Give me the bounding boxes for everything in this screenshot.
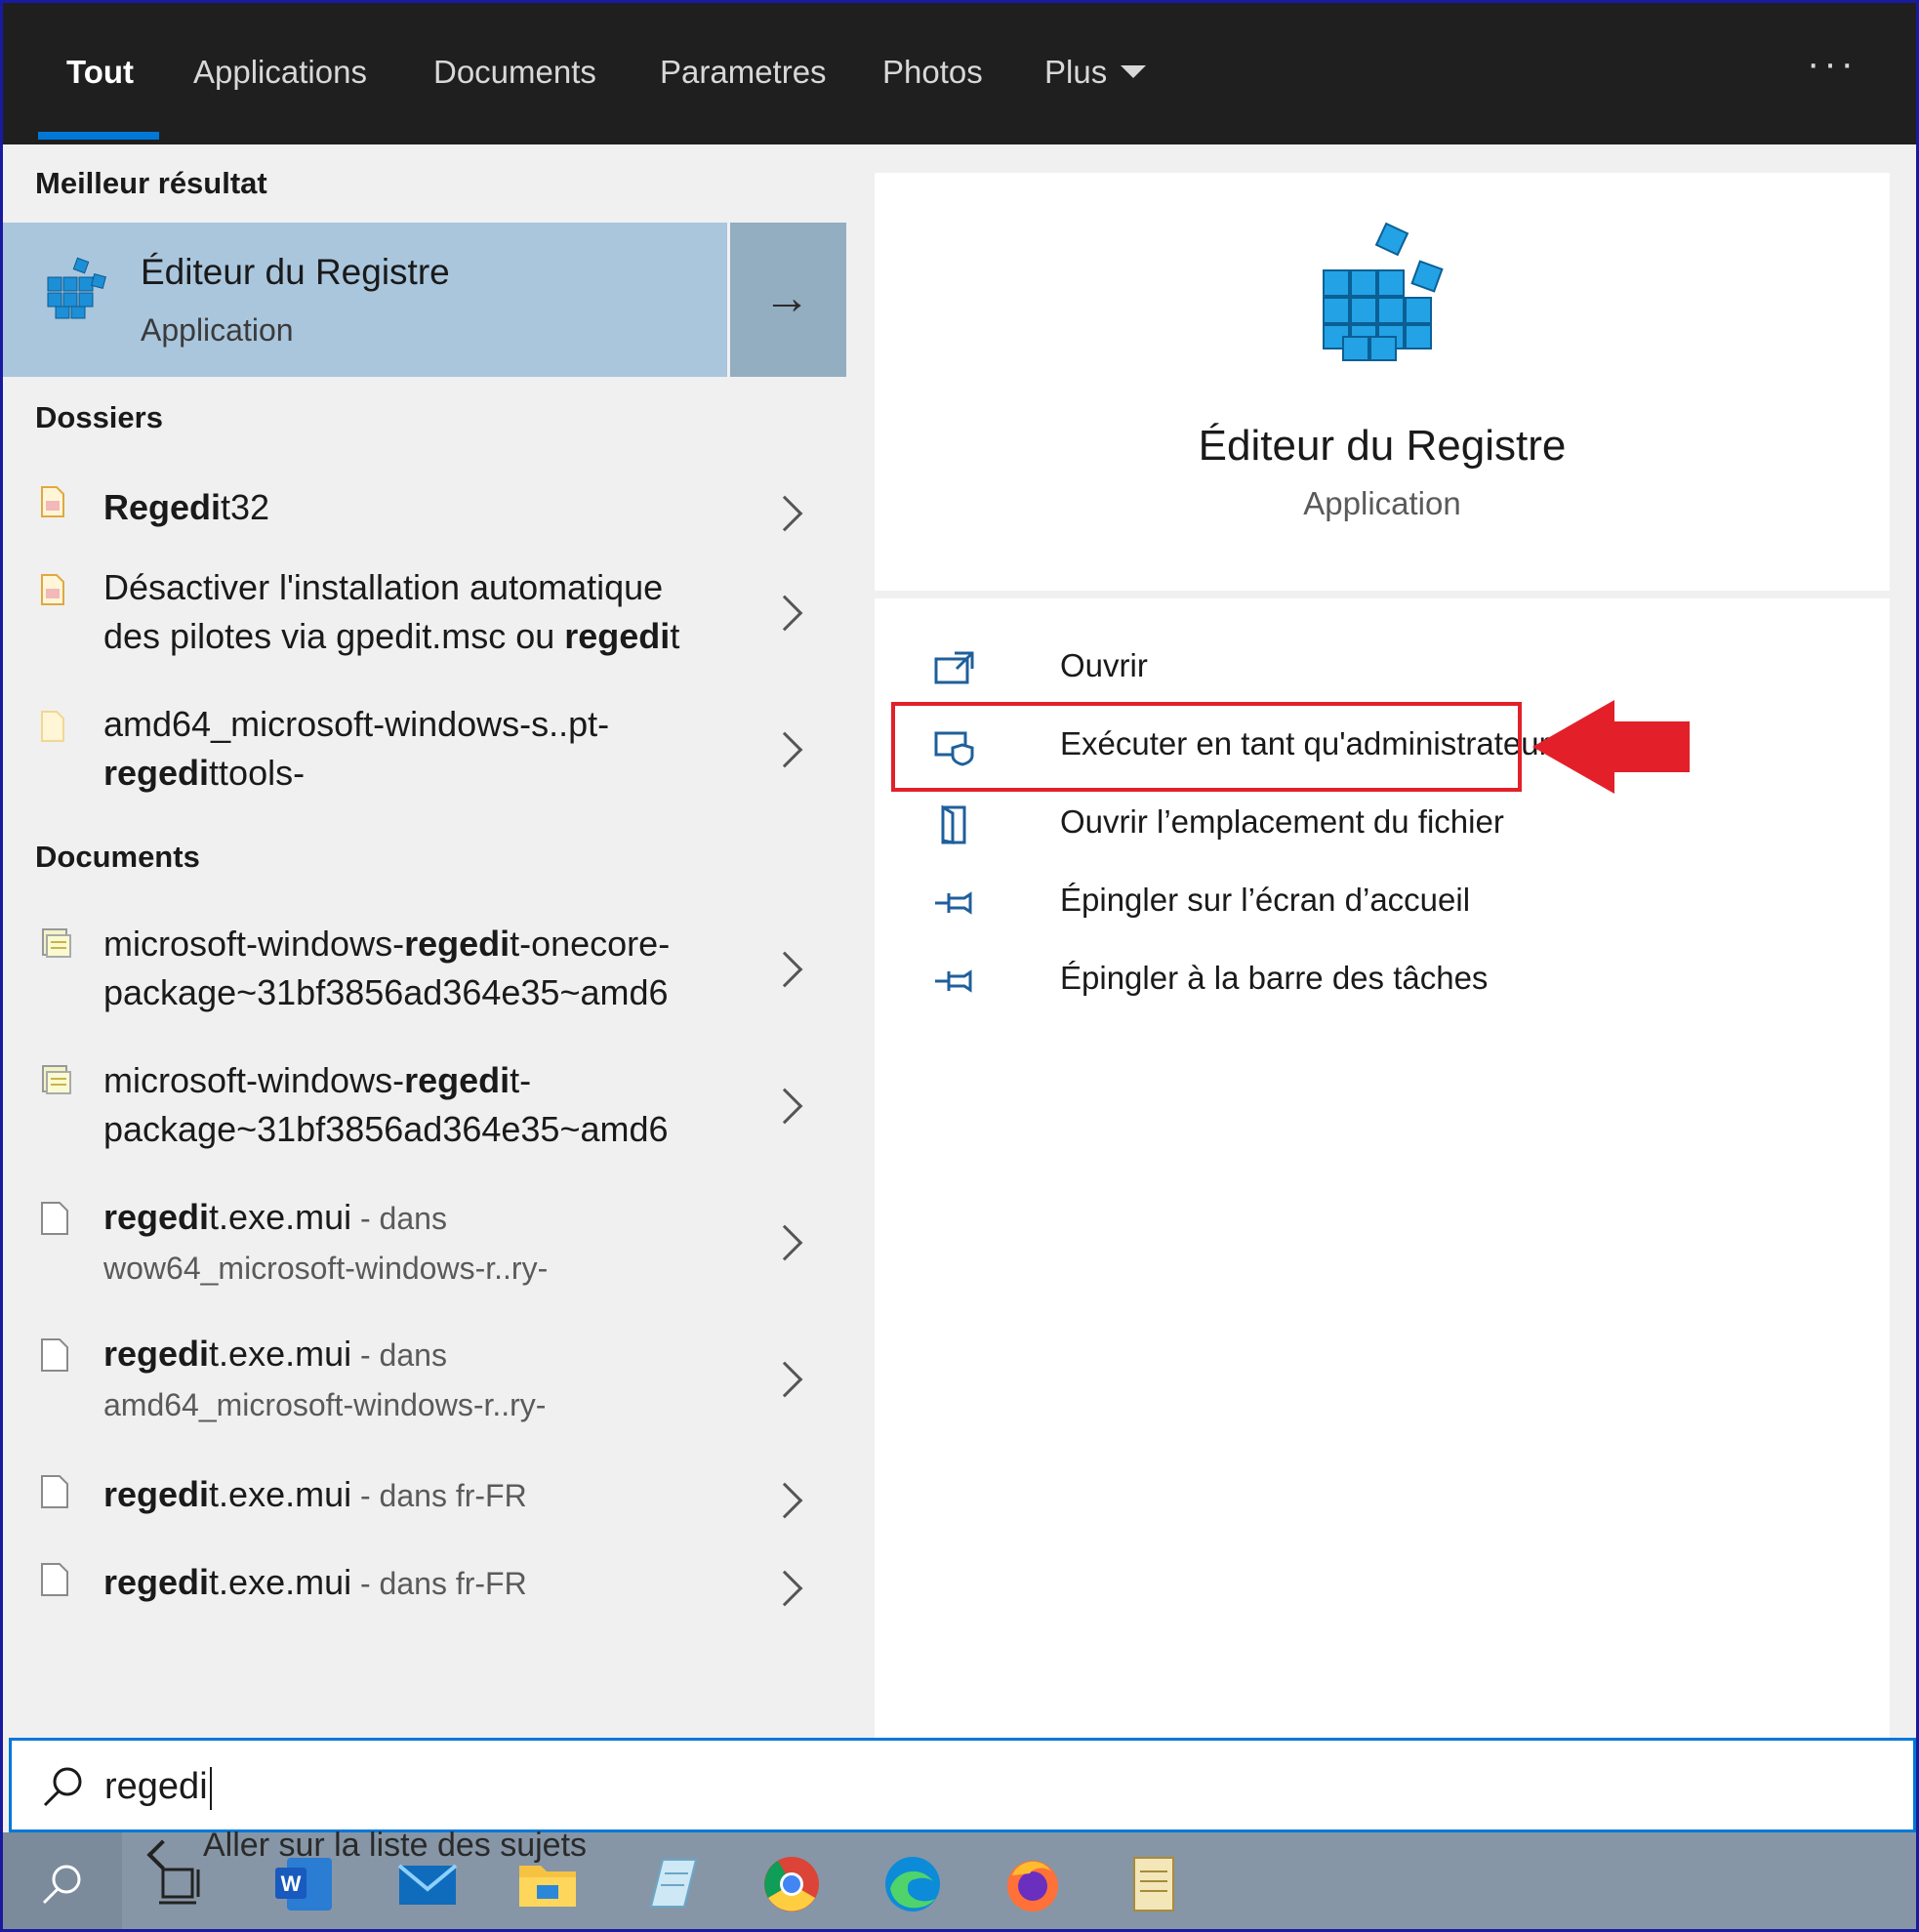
document-item[interactable]: regedit.exe.mui - dans wow64_microsoft-w… [3, 1189, 846, 1296]
firefox-icon[interactable] [999, 1850, 1067, 1918]
red-arrow-icon [1532, 700, 1690, 794]
document-name: regedit.exe.mui - dans fr-FR [103, 1474, 527, 1514]
tab-documents[interactable]: Documents [433, 54, 596, 91]
best-match-item[interactable]: Éditeur du Registre Application [3, 223, 727, 377]
tab-parametres[interactable]: Parametres [660, 54, 827, 91]
tab-plus-label: Plus [1044, 54, 1108, 90]
document-name: regedit.exe.mui - dans amd64_microsoft-w… [103, 1334, 547, 1422]
pin-icon [935, 969, 972, 993]
document-name: microsoft-windows-regedit- package~31bf3… [103, 1060, 669, 1149]
tab-photos[interactable]: Photos [882, 54, 983, 91]
chevron-right-icon [766, 495, 803, 532]
active-tab-indicator [38, 132, 159, 140]
chevron-right-icon [766, 951, 803, 988]
chevron-right-icon [766, 731, 803, 768]
document-item[interactable]: regedit.exe.mui - dans amd64_microsoft-w… [3, 1326, 846, 1433]
search-icon [42, 1865, 81, 1905]
registry-editor-icon [1323, 222, 1444, 361]
registry-editor-icon [47, 257, 106, 319]
results-panel: Meilleur résultat Éditeur du Registre Ap… [3, 144, 846, 1738]
chevron-right-icon [766, 1482, 803, 1519]
action-label: Épingler sur l’écran d’accueil [1060, 882, 1471, 918]
chevron-right-icon [766, 595, 803, 632]
arrow-right-icon: → [763, 272, 810, 324]
documents-heading: Documents [35, 840, 200, 874]
preview-header: Éditeur du Registre Application [875, 173, 1890, 591]
preview-subtitle: Application [1303, 485, 1461, 521]
text-cursor [209, 1766, 212, 1810]
preview-title: Éditeur du Registre [1198, 422, 1567, 470]
tab-tout[interactable]: Tout [66, 54, 134, 91]
action-label: Ouvrir l’emplacement du fichier [1060, 803, 1504, 840]
pdf-file-icon [41, 574, 64, 605]
tab-plus[interactable]: Plus [1044, 54, 1147, 91]
script-icon[interactable] [1121, 1850, 1189, 1918]
notepad-icon[interactable] [637, 1850, 706, 1918]
package-file-icon [42, 928, 71, 958]
chevron-right-icon [766, 1361, 803, 1398]
document-name: regedit.exe.mui - dans fr-FR [103, 1562, 527, 1602]
file-location-icon [941, 805, 966, 844]
ellipsis-icon[interactable]: ··· [1807, 42, 1858, 86]
file-icon [41, 1475, 68, 1508]
best-match-title: Éditeur du Registre [141, 252, 450, 292]
folder-item[interactable]: Regedit32 [3, 472, 846, 550]
pin-icon [935, 891, 972, 915]
search-input[interactable]: regedi [104, 1766, 212, 1810]
file-icon [41, 1202, 68, 1235]
folder-name: Désactiver l'installation automatique de… [103, 567, 680, 656]
action-open-file-location[interactable]: Ouvrir l’emplacement du fichier [933, 796, 1812, 854]
document-item[interactable]: microsoft-windows-regedit-onecore- packa… [3, 916, 846, 1023]
folder-name: Regedit32 [103, 487, 270, 527]
folders-heading: Dossiers [35, 400, 163, 434]
file-icon [41, 1338, 68, 1372]
search-window: Tout Applications Documents Parametres P… [0, 0, 1919, 1932]
best-match-heading: Meilleur résultat [35, 166, 267, 200]
best-match-type: Application [141, 312, 294, 348]
folder-item[interactable]: amd64_microsoft-windows-s..pt- regeditto… [3, 696, 846, 803]
svg-text:W: W [281, 1871, 302, 1896]
document-item[interactable]: microsoft-windows-regedit- package~31bf3… [3, 1052, 846, 1160]
go-to-topics-link[interactable]: Aller sur la liste des sujets [203, 1827, 587, 1865]
chevron-down-icon [1121, 64, 1147, 78]
action-pin-taskbar[interactable]: Épingler à la barre des tâches [933, 952, 1812, 1010]
document-item[interactable]: regedit.exe.mui - dans fr-FR [3, 1550, 846, 1628]
folder-name: amd64_microsoft-windows-s..pt- regeditto… [103, 704, 610, 793]
document-name: regedit.exe.mui - dans wow64_microsoft-w… [103, 1197, 549, 1286]
file-icon [41, 1563, 68, 1596]
document-name: microsoft-windows-regedit-onecore- packa… [103, 924, 671, 1012]
chevron-right-icon [766, 1224, 803, 1261]
open-icon [934, 651, 974, 684]
chevron-right-icon [766, 1570, 803, 1607]
search-box[interactable]: regedi [9, 1738, 1916, 1832]
action-label: Épingler à la barre des tâches [1060, 960, 1489, 996]
chrome-icon[interactable] [757, 1850, 826, 1918]
pdf-file-icon [41, 486, 64, 517]
action-pin-start[interactable]: Épingler sur l’écran d’accueil [933, 874, 1812, 932]
document-item[interactable]: regedit.exe.mui - dans fr-FR [3, 1462, 846, 1541]
tab-applications[interactable]: Applications [193, 54, 367, 91]
folder-icon [41, 711, 64, 742]
open-preview-button[interactable]: → [730, 223, 846, 377]
taskbar-search-button[interactable] [3, 1832, 122, 1929]
search-icon [43, 1767, 82, 1807]
action-open[interactable]: Ouvrir [933, 639, 1812, 698]
edge-icon[interactable] [878, 1850, 947, 1918]
highlight-box [891, 702, 1522, 792]
action-label: Ouvrir [1060, 647, 1148, 683]
folder-item[interactable]: Désactiver l'installation automatique de… [3, 559, 846, 667]
chevron-right-icon [766, 1088, 803, 1125]
package-file-icon [42, 1065, 71, 1094]
filter-tab-bar: Tout Applications Documents Parametres P… [3, 3, 1916, 144]
